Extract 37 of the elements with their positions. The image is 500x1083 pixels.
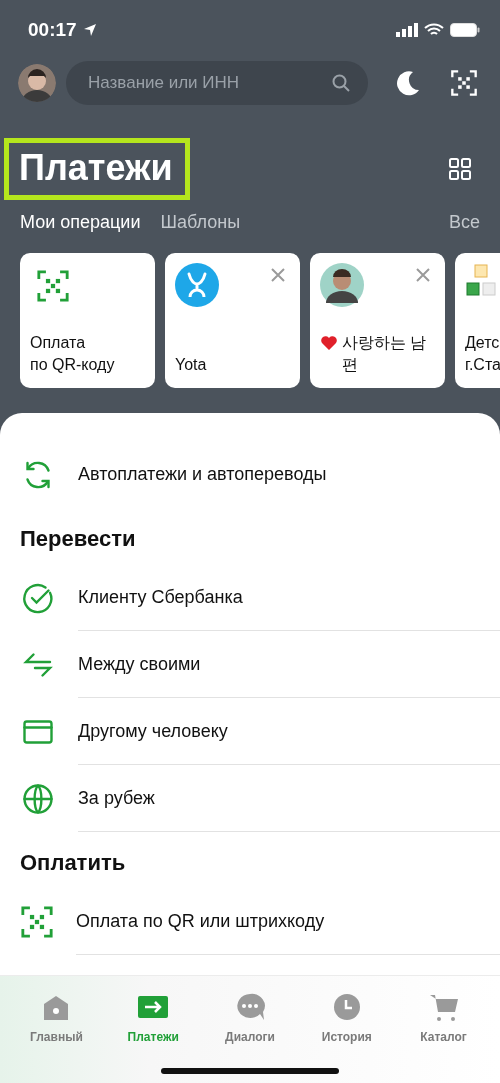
card-label: Yota bbox=[175, 355, 207, 375]
nav-tab[interactable]: История bbox=[298, 986, 396, 1083]
menu-item[interactable]: За рубеж bbox=[0, 765, 500, 832]
page-title: Платежи bbox=[4, 138, 190, 200]
menu-item[interactable]: Между своими bbox=[0, 631, 500, 698]
shortcut-card[interactable]: Yota bbox=[165, 253, 300, 388]
section-title: Перевести bbox=[19, 525, 137, 553]
menu-item[interactable]: Оплата по QR или штрихкоду bbox=[0, 888, 500, 955]
qr-code-icon bbox=[36, 269, 70, 303]
qr-code-icon bbox=[450, 69, 478, 97]
search-field[interactable]: Название или ИНН bbox=[66, 61, 368, 105]
shortcut-card[interactable]: Оплата по QR-коду bbox=[20, 253, 155, 388]
nav-tab[interactable]: Каталог bbox=[395, 986, 492, 1083]
menu-item[interactable]: Автоплатежи и автопереводы bbox=[0, 441, 500, 508]
location-icon bbox=[82, 23, 97, 37]
menu-item[interactable]: Клиенту Сбербанка bbox=[0, 564, 500, 631]
tab[interactable]: Шаблоны bbox=[160, 212, 241, 233]
close-icon[interactable] bbox=[415, 267, 431, 283]
signal-icon bbox=[396, 23, 418, 37]
logo-icon bbox=[175, 263, 219, 307]
tab[interactable]: Мои операции bbox=[20, 212, 141, 233]
shortcut-card[interactable]: 사랑하는 남 편 bbox=[310, 253, 445, 388]
card-label: Оплата по QR-коду bbox=[30, 333, 115, 375]
section-title: Оплатить bbox=[19, 849, 127, 877]
nav-tab[interactable]: Главный bbox=[8, 986, 105, 1083]
battery-icon bbox=[450, 23, 480, 37]
close-icon[interactable] bbox=[270, 267, 286, 283]
avatar bbox=[320, 263, 364, 307]
search-icon bbox=[332, 74, 350, 92]
wifi-icon bbox=[424, 23, 444, 37]
nav-tab[interactable]: Диалоги bbox=[201, 986, 299, 1083]
all-link[interactable]: Все bbox=[448, 212, 480, 233]
qr-code-icon bbox=[20, 904, 54, 939]
status-time: 00:17 bbox=[28, 19, 77, 41]
avatar[interactable] bbox=[18, 64, 56, 102]
menu-item[interactable]: Другому человеку bbox=[0, 698, 500, 765]
card-label: 사랑하는 남 편 bbox=[342, 333, 427, 375]
